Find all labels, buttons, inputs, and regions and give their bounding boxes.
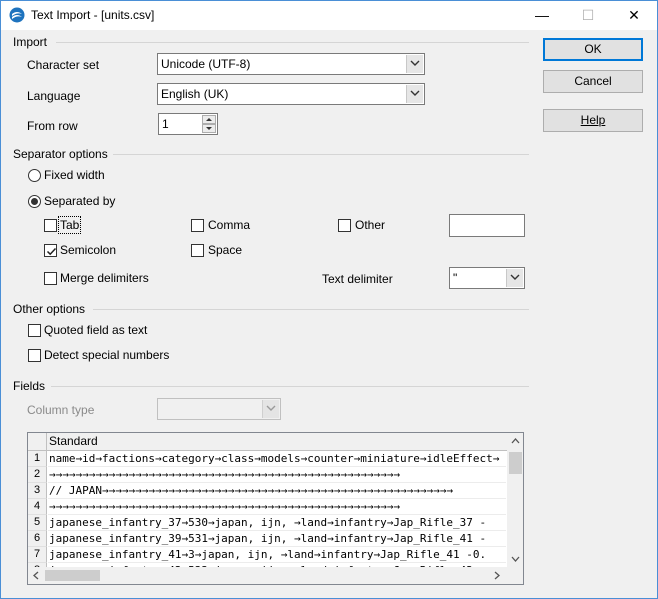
close-button[interactable]: ✕: [611, 1, 657, 30]
table-row[interactable]: japanese_infantry_39→531→japan, ijn, →la…: [48, 531, 506, 547]
title-bar[interactable]: Text Import - [units.csv] — ☐ ✕: [1, 1, 657, 30]
space-checkbox[interactable]: [191, 244, 204, 257]
chevron-down-icon[interactable]: [406, 85, 423, 103]
vertical-scrollbar[interactable]: [507, 433, 523, 567]
scroll-down-icon[interactable]: [511, 556, 520, 562]
text-delimiter-label: Text delimiter: [322, 272, 393, 286]
row-number: 6: [28, 531, 47, 547]
quoted-field-label: Quoted field as text: [44, 323, 148, 337]
table-row[interactable]: japanese_infantry_41→3→japan, ijn, →land…: [48, 547, 506, 563]
maximize-button[interactable]: ☐: [565, 1, 611, 30]
table-row[interactable]: →→→→→→→→→→→→→→→→→→→→→→→→→→→→→→→→→→→→→→→→…: [48, 499, 506, 515]
comma-checkbox[interactable]: [191, 219, 204, 232]
semicolon-checkbox[interactable]: [44, 244, 57, 257]
language-label: Language: [27, 89, 81, 103]
other-options-section-title: Other options: [13, 302, 86, 316]
comma-label: Comma: [208, 218, 251, 232]
horizontal-scrollbar[interactable]: [28, 567, 507, 584]
separator-divider: [113, 154, 529, 155]
ok-button[interactable]: OK: [543, 38, 643, 61]
space-label: Space: [208, 243, 243, 257]
table-row[interactable]: // JAPAN→→→→→→→→→→→→→→→→→→→→→→→→→→→→→→→→…: [48, 483, 506, 499]
charset-value: Unicode (UTF-8): [161, 57, 251, 71]
text-delimiter-value: ": [453, 271, 458, 285]
from-row-stepper[interactable]: 1: [158, 113, 218, 135]
spin-up-icon[interactable]: [202, 115, 216, 124]
other-options-divider: [93, 309, 529, 310]
column-type-label: Column type: [27, 403, 95, 417]
libreoffice-icon: [9, 7, 25, 23]
other-label: Other: [355, 218, 386, 232]
row-number: 1: [28, 451, 47, 467]
separated-by-label: Separated by: [44, 194, 116, 208]
import-separator: [56, 42, 529, 43]
fixed-width-radio[interactable]: [28, 169, 41, 182]
table-row[interactable]: name→id→factions→category→class→models→c…: [48, 451, 506, 467]
chevron-down-icon: [262, 400, 279, 418]
tab-label: Tab: [57, 216, 82, 234]
text-delimiter-select[interactable]: ": [449, 267, 525, 289]
help-button[interactable]: Help: [543, 109, 643, 132]
preview-grid[interactable]: Standard 1 name→id→factions→category→cla…: [27, 432, 524, 585]
other-input[interactable]: [449, 214, 525, 237]
separator-section-title: Separator options: [13, 147, 108, 161]
charset-label: Character set: [27, 58, 100, 72]
chevron-down-icon[interactable]: [406, 55, 423, 73]
charset-select[interactable]: Unicode (UTF-8): [157, 53, 425, 75]
separated-by-radio[interactable]: [28, 195, 41, 208]
language-value: English (UK): [161, 87, 229, 101]
tab-checkbox[interactable]: [44, 219, 57, 232]
checkmark-icon: [46, 247, 57, 256]
fixed-width-label: Fixed width: [44, 168, 105, 182]
text-import-dialog: Text Import - [units.csv] — ☐ ✕ OK Cance…: [0, 0, 658, 599]
import-section-title: Import: [13, 35, 48, 49]
row-number: 5: [28, 515, 47, 531]
chevron-down-icon[interactable]: [506, 269, 523, 287]
column-type-select[interactable]: [157, 398, 281, 420]
detect-special-numbers-label: Detect special numbers: [44, 348, 170, 362]
quoted-field-checkbox[interactable]: [28, 324, 41, 337]
from-row-value: 1: [162, 117, 169, 131]
column-header[interactable]: Standard: [47, 433, 507, 451]
table-row[interactable]: japanese_infantry_37→530→japan, ijn, →la…: [48, 515, 506, 531]
vertical-scroll-thumb[interactable]: [509, 452, 522, 474]
merge-delimiters-label: Merge delimiters: [60, 271, 149, 285]
scroll-left-icon[interactable]: [33, 571, 39, 580]
row-number: 3: [28, 483, 47, 499]
scroll-up-icon[interactable]: [511, 438, 520, 444]
row-number: 7: [28, 547, 47, 563]
fields-section-title: Fields: [13, 379, 46, 393]
table-row[interactable]: →→→→→→→→→→→→→→→→→→→→→→→→→→→→→→→→→→→→→→→→…: [48, 467, 506, 483]
row-number: 4: [28, 499, 47, 515]
help-label: Help: [580, 113, 606, 127]
from-row-label: From row: [27, 119, 78, 133]
horizontal-scroll-thumb[interactable]: [45, 570, 100, 581]
grid-corner: [28, 433, 47, 451]
scrollbar-corner: [507, 567, 523, 584]
cancel-button[interactable]: Cancel: [543, 70, 643, 93]
spin-down-icon[interactable]: [202, 124, 216, 133]
other-checkbox[interactable]: [338, 219, 351, 232]
row-number: 2: [28, 467, 47, 483]
detect-special-numbers-checkbox[interactable]: [28, 349, 41, 362]
language-select[interactable]: English (UK): [157, 83, 425, 105]
scroll-right-icon[interactable]: [494, 571, 500, 580]
fields-divider: [51, 386, 529, 387]
semicolon-label: Semicolon: [60, 243, 117, 257]
merge-delimiters-checkbox[interactable]: [44, 272, 57, 285]
window-title: Text Import - [units.csv]: [31, 8, 155, 22]
minimize-button[interactable]: —: [519, 1, 565, 30]
